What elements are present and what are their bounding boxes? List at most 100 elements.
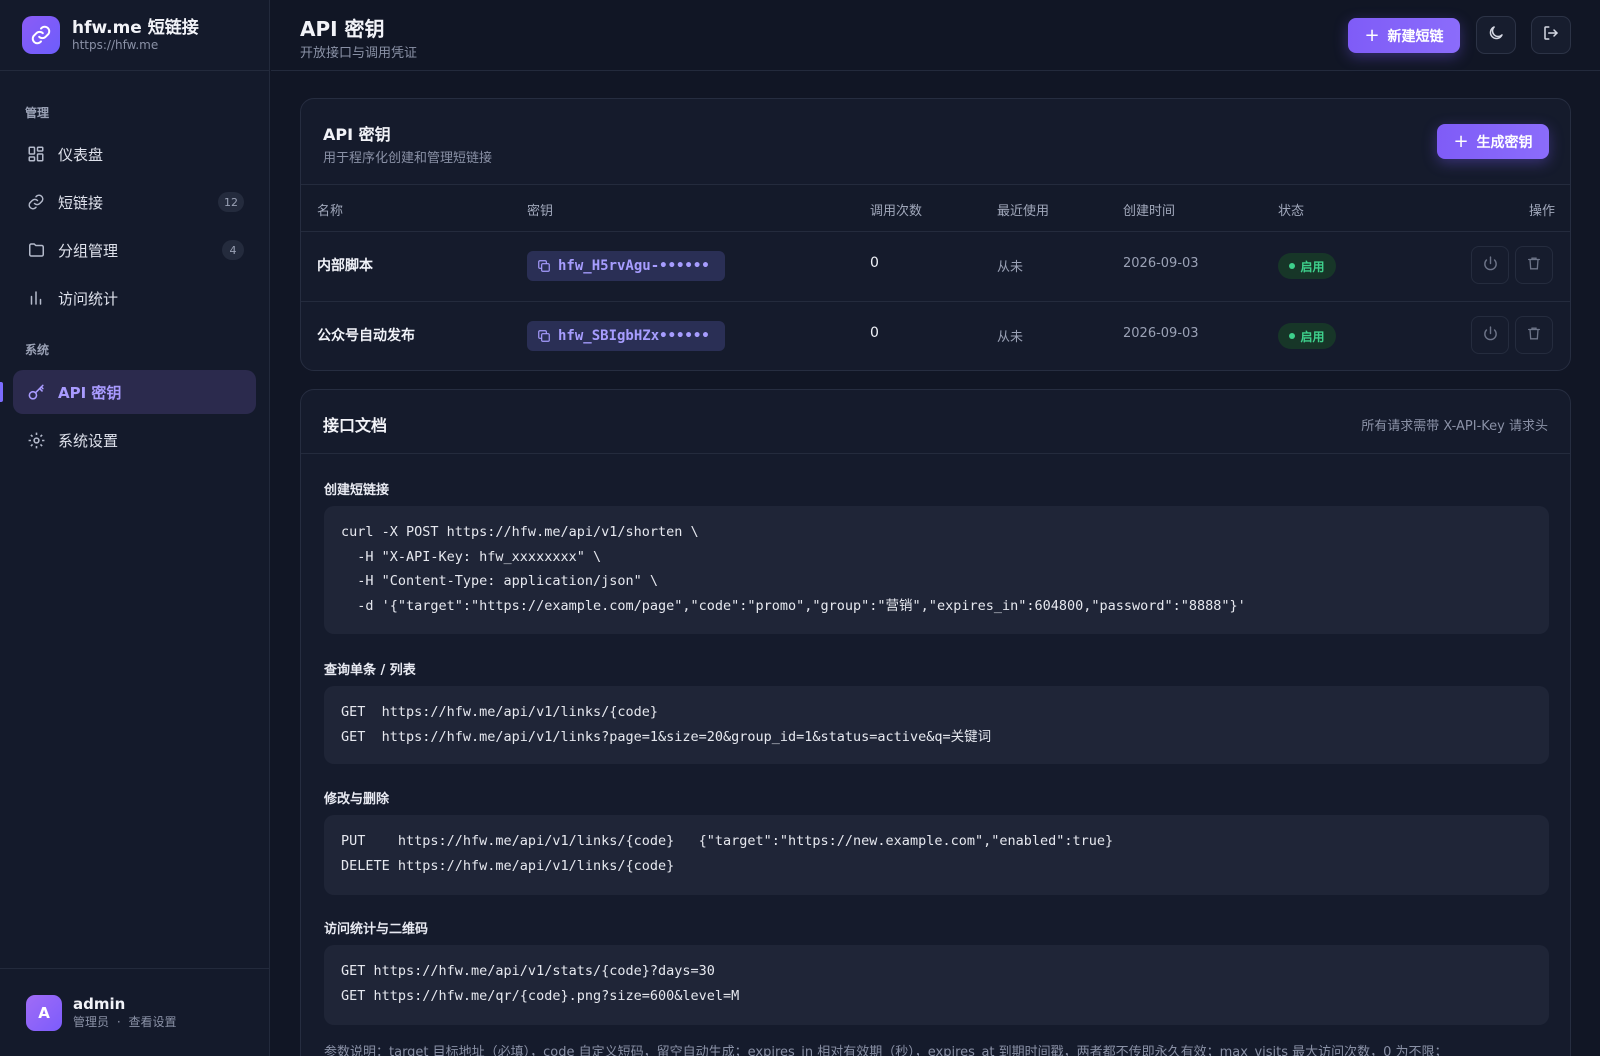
sidebar-item-label: 访问统计 xyxy=(58,289,119,308)
params-note: 参数说明：target 目标地址（必填），code 自定义短码，留空自动生成；e… xyxy=(324,1045,1448,1056)
plus-icon: + xyxy=(1364,25,1380,46)
power-icon xyxy=(1482,325,1499,346)
sidebar: hfw.me 短链接 https://hfw.me 管理 仪表盘 短链接 12 … xyxy=(0,0,270,1056)
copy-key-chip[interactable]: hfw_H5rvAgu-•••••• xyxy=(527,251,725,281)
view-settings-link[interactable]: 查看设置 xyxy=(129,1015,177,1029)
separator: · xyxy=(116,1015,121,1029)
gear-icon xyxy=(26,430,46,450)
table-header xyxy=(301,185,1570,231)
copy-key-chip[interactable]: hfw_SBIgbHZx•••••• xyxy=(527,321,725,351)
column-header-status: 状态 xyxy=(1278,204,1305,219)
api-docs-card: 接口文档 所有请求需带 X-API-Key 请求头 创建短链接 curl -X … xyxy=(300,389,1571,1056)
key-icon xyxy=(26,382,46,402)
card-title: API 密钥 xyxy=(323,125,391,144)
top-header: API 密钥 开放接口与调用凭证 + 新建短链 xyxy=(271,0,1600,71)
brand-url: https://hfw.me xyxy=(72,38,159,52)
user-profile[interactable]: A admin 管理员 · 查看设置 xyxy=(0,968,270,1056)
new-link-button[interactable]: + 新建短链 xyxy=(1348,18,1460,53)
sidebar-item-label: API 密钥 xyxy=(58,383,122,402)
sidebar-item-settings[interactable]: 系统设置 xyxy=(13,418,256,462)
user-name: admin xyxy=(73,995,126,1013)
sidebar-item-label: 短链接 xyxy=(58,193,104,212)
code-block-create: curl -X POST https://hfw.me/api/v1/short… xyxy=(324,506,1549,634)
status-label: 启用 xyxy=(1300,259,1325,274)
divider xyxy=(301,301,1570,302)
status-dot xyxy=(1289,333,1296,339)
generate-key-button[interactable]: + 生成密钥 xyxy=(1437,124,1549,159)
call-count: 0 xyxy=(870,255,879,271)
count-badge: 12 xyxy=(218,192,244,212)
bar-chart-icon xyxy=(26,288,46,308)
doc-heading-query: 查询单条 / 列表 xyxy=(324,663,416,678)
power-icon xyxy=(1482,255,1499,276)
link-icon xyxy=(26,192,46,212)
trash-icon xyxy=(1526,325,1542,346)
copy-icon xyxy=(537,329,551,343)
code-block-stats-qr: GET https://hfw.me/api/v1/stats/{code}?d… xyxy=(324,945,1549,1025)
sidebar-item-links[interactable]: 短链接 12 xyxy=(13,180,256,224)
user-role: 管理员 xyxy=(73,1015,110,1029)
key-value: hfw_SBIgbHZx•••••• xyxy=(558,328,710,344)
column-header-created: 创建时间 xyxy=(1123,204,1176,219)
status-badge: 启用 xyxy=(1278,323,1336,349)
new-link-label: 新建短链 xyxy=(1387,28,1444,45)
plus-icon: + xyxy=(1453,131,1469,152)
docs-header-note: 所有请求需带 X-API-Key 请求头 xyxy=(1361,419,1548,434)
avatar: A xyxy=(26,994,62,1031)
theme-toggle-button[interactable] xyxy=(1476,16,1516,54)
key-value: hfw_H5rvAgu-•••••• xyxy=(558,258,710,274)
docs-title: 接口文档 xyxy=(323,416,388,435)
status-dot xyxy=(1289,263,1296,269)
folder-icon xyxy=(26,240,46,260)
key-name: 内部脚本 xyxy=(317,258,373,274)
status-label: 启用 xyxy=(1300,329,1325,344)
copy-icon xyxy=(537,259,551,273)
last-used: 从未 xyxy=(997,260,1024,275)
last-used: 从未 xyxy=(997,330,1024,345)
sidebar-item-api-keys[interactable]: API 密钥 xyxy=(13,370,256,414)
column-header-calls: 调用次数 xyxy=(870,204,923,219)
key-name: 公众号自动发布 xyxy=(317,328,415,344)
column-header-name: 名称 xyxy=(317,204,344,219)
nav-section-manage: 管理 xyxy=(25,106,50,120)
generate-key-label: 生成密钥 xyxy=(1476,134,1533,151)
column-header-key: 密钥 xyxy=(527,204,554,219)
delete-key-button[interactable] xyxy=(1515,316,1553,354)
link-icon xyxy=(22,16,60,54)
toggle-key-button[interactable] xyxy=(1471,316,1509,354)
divider xyxy=(301,231,1570,232)
card-subtitle: 用于程序化创建和管理短链接 xyxy=(323,151,493,166)
sidebar-item-label: 仪表盘 xyxy=(58,145,104,164)
code-block-query: GET https://hfw.me/api/v1/links/{code} G… xyxy=(324,686,1549,764)
brand-name: hfw.me 短链接 xyxy=(72,18,199,38)
column-header-last-used: 最近使用 xyxy=(997,204,1050,219)
trash-icon xyxy=(1526,255,1542,276)
page-title: API 密钥 xyxy=(300,17,385,41)
delete-key-button[interactable] xyxy=(1515,246,1553,284)
doc-heading-update-delete: 修改与删除 xyxy=(324,792,390,807)
nav-section-system: 系统 xyxy=(25,343,50,357)
api-keys-card: API 密钥 用于程序化创建和管理短链接 + 生成密钥 名称 密钥 调用次数 最… xyxy=(300,98,1571,371)
sidebar-item-dashboard[interactable]: 仪表盘 xyxy=(13,132,256,176)
sidebar-item-label: 分组管理 xyxy=(58,241,119,260)
call-count: 0 xyxy=(870,325,879,341)
moon-icon xyxy=(1487,24,1505,46)
logout-button[interactable] xyxy=(1531,16,1571,54)
sidebar-item-label: 系统设置 xyxy=(58,431,119,450)
column-header-actions: 操作 xyxy=(1529,204,1556,219)
doc-heading-create: 创建短链接 xyxy=(324,483,390,498)
sidebar-item-groups[interactable]: 分组管理 4 xyxy=(13,228,256,272)
active-indicator xyxy=(0,382,3,402)
brand[interactable]: hfw.me 短链接 https://hfw.me xyxy=(0,0,269,71)
sidebar-item-stats[interactable]: 访问统计 xyxy=(13,276,256,320)
status-badge: 启用 xyxy=(1278,253,1336,279)
count-badge: 4 xyxy=(222,240,244,260)
logout-icon xyxy=(1542,24,1560,46)
created-date: 2026-09-03 xyxy=(1123,326,1199,341)
doc-heading-stats-qr: 访问统计与二维码 xyxy=(324,922,429,937)
user-meta: 管理员 · 查看设置 xyxy=(73,1014,177,1030)
toggle-key-button[interactable] xyxy=(1471,246,1509,284)
dashboard-icon xyxy=(26,144,46,164)
divider xyxy=(301,453,1570,454)
created-date: 2026-09-03 xyxy=(1123,256,1199,271)
